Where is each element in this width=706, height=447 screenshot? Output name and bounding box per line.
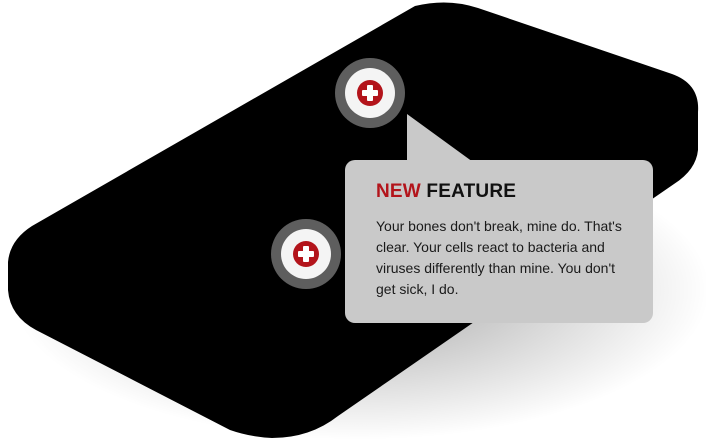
plus-icon <box>293 241 319 267</box>
hotspot-inner <box>345 68 395 118</box>
callout-title: NEW FEATURE <box>376 180 635 204</box>
plus-icon <box>357 80 383 106</box>
callout-title-rest: FEATURE <box>426 181 517 202</box>
hotspot-button[interactable] <box>271 219 341 289</box>
feature-callout: NEW FEATURE Your bones don't break, mine… <box>345 160 653 323</box>
callout-title-highlight: NEW <box>376 181 421 202</box>
hotspot-button[interactable] <box>335 58 405 128</box>
callout-tail <box>407 114 473 162</box>
hotspot-inner <box>281 229 331 279</box>
callout-body: Your bones don't break, mine do. That's … <box>376 218 622 297</box>
feature-stage: NEW FEATURE Your bones don't break, mine… <box>0 0 706 447</box>
